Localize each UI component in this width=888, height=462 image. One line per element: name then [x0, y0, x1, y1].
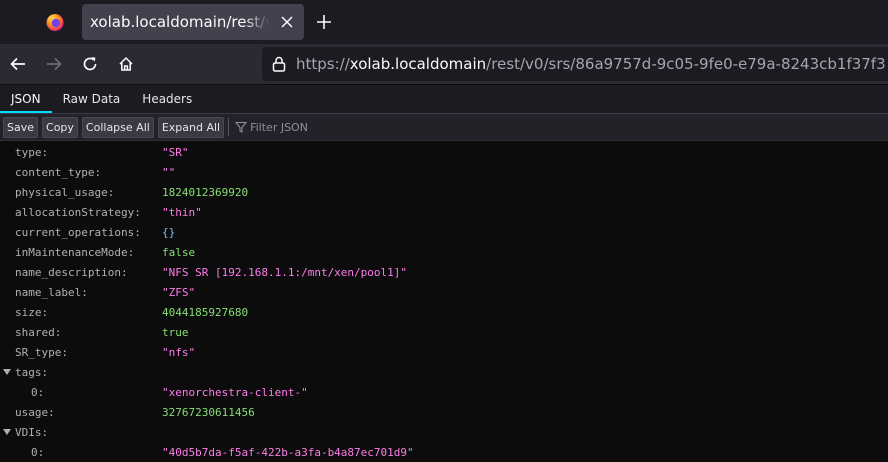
tab-strip: xolab.localdomain/rest/v0/srs/86a9757d-9…: [0, 0, 888, 44]
json-value: "": [162, 165, 176, 179]
json-row[interactable]: current_operations: {}: [0, 222, 888, 242]
json-key: 0:: [31, 385, 45, 399]
new-tab-icon[interactable]: [312, 10, 336, 34]
json-key: size:: [15, 305, 49, 319]
expand-toggle-icon[interactable]: [3, 429, 11, 435]
filter-icon: [235, 121, 248, 133]
address-bar[interactable]: https://xolab.localdomain/rest/v0/srs/86…: [262, 47, 888, 81]
url-path: /rest/v0/srs/86a9757d-9c05-9fe0-e79a-824…: [486, 55, 886, 73]
json-value: {}: [162, 225, 176, 239]
json-row[interactable]: tags:: [0, 362, 888, 382]
json-key: type:: [15, 145, 49, 159]
firefox-icon: [46, 14, 64, 31]
json-value: "SR": [162, 145, 189, 159]
expand-toggle-icon[interactable]: [3, 369, 11, 375]
json-value: "xenorchestra-client-": [162, 385, 308, 399]
json-value: false: [162, 245, 196, 259]
json-row[interactable]: inMaintenanceMode: false: [0, 242, 888, 262]
json-tree: type: "SR" content_type: "" physical_usage: 1…: [0, 141, 888, 462]
json-value: true: [162, 325, 189, 339]
json-row[interactable]: name_label: "ZFS": [0, 282, 888, 302]
json-key: 0:: [31, 445, 45, 459]
json-toolbar: Save Copy Collapse All Expand All Filter…: [0, 114, 888, 141]
json-value: 32767230611456: [162, 405, 255, 419]
json-key: inMaintenanceMode:: [15, 245, 135, 259]
reload-icon[interactable]: [78, 52, 102, 76]
json-key: usage:: [15, 405, 55, 419]
json-row[interactable]: type: "SR": [0, 142, 888, 162]
forward-arrow-icon[interactable]: [42, 52, 66, 76]
home-icon[interactable]: [114, 52, 138, 76]
json-key: tags:: [15, 365, 49, 379]
json-row[interactable]: allocationStrategy: "thin": [0, 202, 888, 222]
json-key: name_description:: [15, 265, 128, 279]
json-row[interactable]: 0: "xenorchestra-client-": [0, 382, 888, 402]
url-scheme: https://: [296, 55, 350, 73]
json-row[interactable]: name_description: "NFS SR [192.168.1.1:/m…: [0, 262, 888, 282]
json-row[interactable]: physical_usage: 1824012369920: [0, 182, 888, 202]
lock-icon[interactable]: [272, 55, 288, 73]
navigation-bar: https://xolab.localdomain/rest/v0/srs/86…: [0, 44, 888, 85]
json-key: VDIs:: [15, 425, 49, 439]
json-key: SR_type:: [15, 345, 68, 359]
json-row[interactable]: VDIs:: [0, 422, 888, 442]
close-tab-icon[interactable]: [278, 13, 296, 31]
expand-all-button[interactable]: Expand All: [157, 116, 225, 138]
json-value: "thin": [162, 205, 202, 219]
json-value: 4044185927680: [162, 305, 249, 319]
json-key: physical_usage:: [15, 185, 115, 199]
json-value: 1824012369920: [162, 185, 249, 199]
json-row[interactable]: usage: 32767230611456: [0, 402, 888, 422]
json-row[interactable]: content_type: "": [0, 162, 888, 182]
copy-button[interactable]: Copy: [42, 116, 78, 138]
viewer-tabs: JSON Raw Data Headers: [0, 85, 888, 114]
filter-placeholder: Filter JSON: [250, 120, 308, 134]
json-key: shared:: [15, 325, 62, 339]
tab-raw-data[interactable]: Raw Data: [52, 85, 132, 113]
json-key: allocationStrategy:: [15, 205, 141, 219]
json-value: "40d5b7da-f5af-422b-a3fa-b4a87ec701d9": [162, 445, 414, 459]
toolbar-divider: [228, 118, 230, 136]
save-button[interactable]: Save: [3, 116, 39, 138]
tab-json[interactable]: JSON: [0, 85, 52, 113]
tab-title: xolab.localdomain/rest/v0/srs/86a9757d-9…: [90, 13, 270, 31]
back-arrow-icon[interactable]: [6, 52, 30, 76]
json-row[interactable]: SR_type: "nfs": [0, 342, 888, 362]
json-value: "NFS SR [192.168.1.1:/mnt/xen/pool1]": [162, 265, 408, 279]
json-row[interactable]: size: 4044185927680: [0, 302, 888, 322]
json-key: name_label:: [15, 285, 88, 299]
url-text: https://xolab.localdomain/rest/v0/srs/86…: [296, 55, 886, 73]
json-key: current_operations:: [15, 225, 141, 239]
json-value: "ZFS": [162, 285, 196, 299]
json-key: content_type:: [15, 165, 102, 179]
json-row[interactable]: 0: "40d5b7da-f5af-422b-a3fa-b4a87ec701d9": [0, 442, 888, 462]
browser-tab[interactable]: xolab.localdomain/rest/v0/srs/86a9757d-9…: [82, 4, 304, 40]
tab-headers[interactable]: Headers: [131, 85, 203, 113]
collapse-all-button[interactable]: Collapse All: [81, 116, 154, 138]
json-value: "nfs": [162, 345, 196, 359]
json-row[interactable]: shared: true: [0, 322, 888, 342]
url-host: xolab.localdomain: [349, 55, 487, 73]
filter-json-input[interactable]: Filter JSON: [235, 121, 308, 134]
